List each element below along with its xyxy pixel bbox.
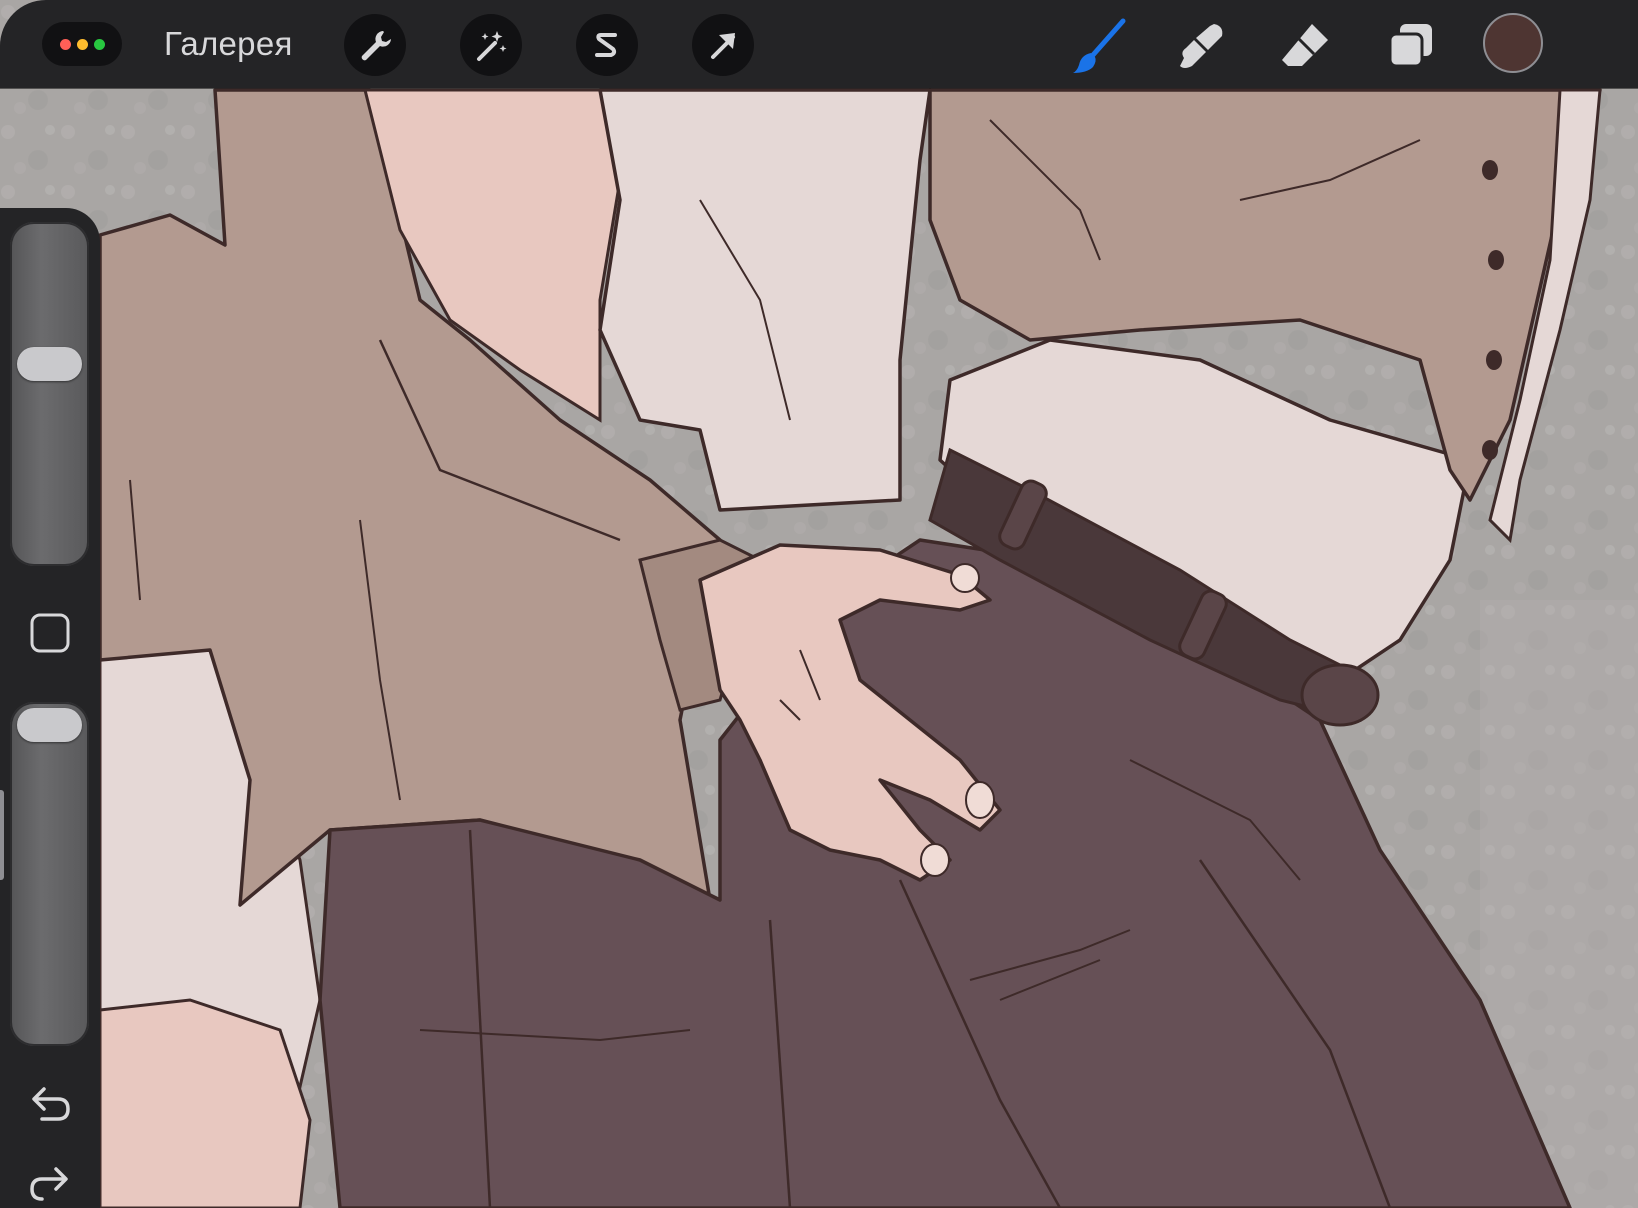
eraser-tool-button[interactable] xyxy=(1274,14,1336,76)
drawing-canvas[interactable] xyxy=(0,0,1638,1208)
close-dot-icon[interactable] xyxy=(59,38,71,50)
color-picker-button[interactable] xyxy=(1483,13,1543,73)
gallery-button[interactable]: Галерея xyxy=(164,22,293,66)
sidebar-edge-handle[interactable] xyxy=(0,790,4,880)
brush-tool-button[interactable] xyxy=(1068,14,1130,76)
minimize-dot-icon[interactable] xyxy=(76,38,88,50)
adjustments-button[interactable] xyxy=(460,14,522,76)
undo-icon xyxy=(32,1087,70,1121)
transform-button[interactable] xyxy=(692,14,754,76)
smudge-icon xyxy=(1180,24,1223,68)
top-toolbar: Галерея xyxy=(0,0,1638,88)
selection-s-icon xyxy=(595,33,617,57)
wrench-icon xyxy=(361,31,391,61)
undo-button[interactable] xyxy=(27,1080,73,1126)
left-figure-arm xyxy=(98,998,312,1208)
brush-opacity-slider[interactable] xyxy=(10,702,89,1046)
smudge-tool-button[interactable] xyxy=(1170,14,1232,76)
modify-button[interactable] xyxy=(27,610,73,656)
redo-button[interactable] xyxy=(27,1160,73,1206)
magic-wand-icon xyxy=(477,31,507,61)
vest-button xyxy=(1482,160,1498,180)
selection-button[interactable] xyxy=(576,14,638,76)
layers-icon xyxy=(1388,24,1432,68)
vest-button xyxy=(1488,250,1504,270)
window-controls[interactable] xyxy=(42,22,122,66)
square-modify-icon xyxy=(30,613,70,653)
fingernail xyxy=(920,843,950,877)
actions-button[interactable] xyxy=(344,14,406,76)
layers-button[interactable] xyxy=(1380,14,1442,76)
left-sidebar xyxy=(0,208,100,1208)
fingernail xyxy=(950,563,980,593)
brush-icon xyxy=(1073,18,1126,73)
brush-size-thumb[interactable] xyxy=(17,347,82,382)
vest-button xyxy=(1486,350,1502,370)
arrow-cursor-icon xyxy=(711,33,735,59)
artwork xyxy=(0,0,1638,1208)
procreate-app: Галерея xyxy=(0,0,1638,1208)
maximize-dot-icon[interactable] xyxy=(93,38,105,50)
eraser-icon xyxy=(1282,24,1328,66)
belt-buckle xyxy=(1300,663,1380,727)
brush-size-slider[interactable] xyxy=(10,222,89,566)
vest-button xyxy=(1482,440,1498,460)
brush-opacity-thumb[interactable] xyxy=(17,708,82,742)
redo-icon xyxy=(30,1167,68,1201)
fingernail xyxy=(965,781,995,819)
